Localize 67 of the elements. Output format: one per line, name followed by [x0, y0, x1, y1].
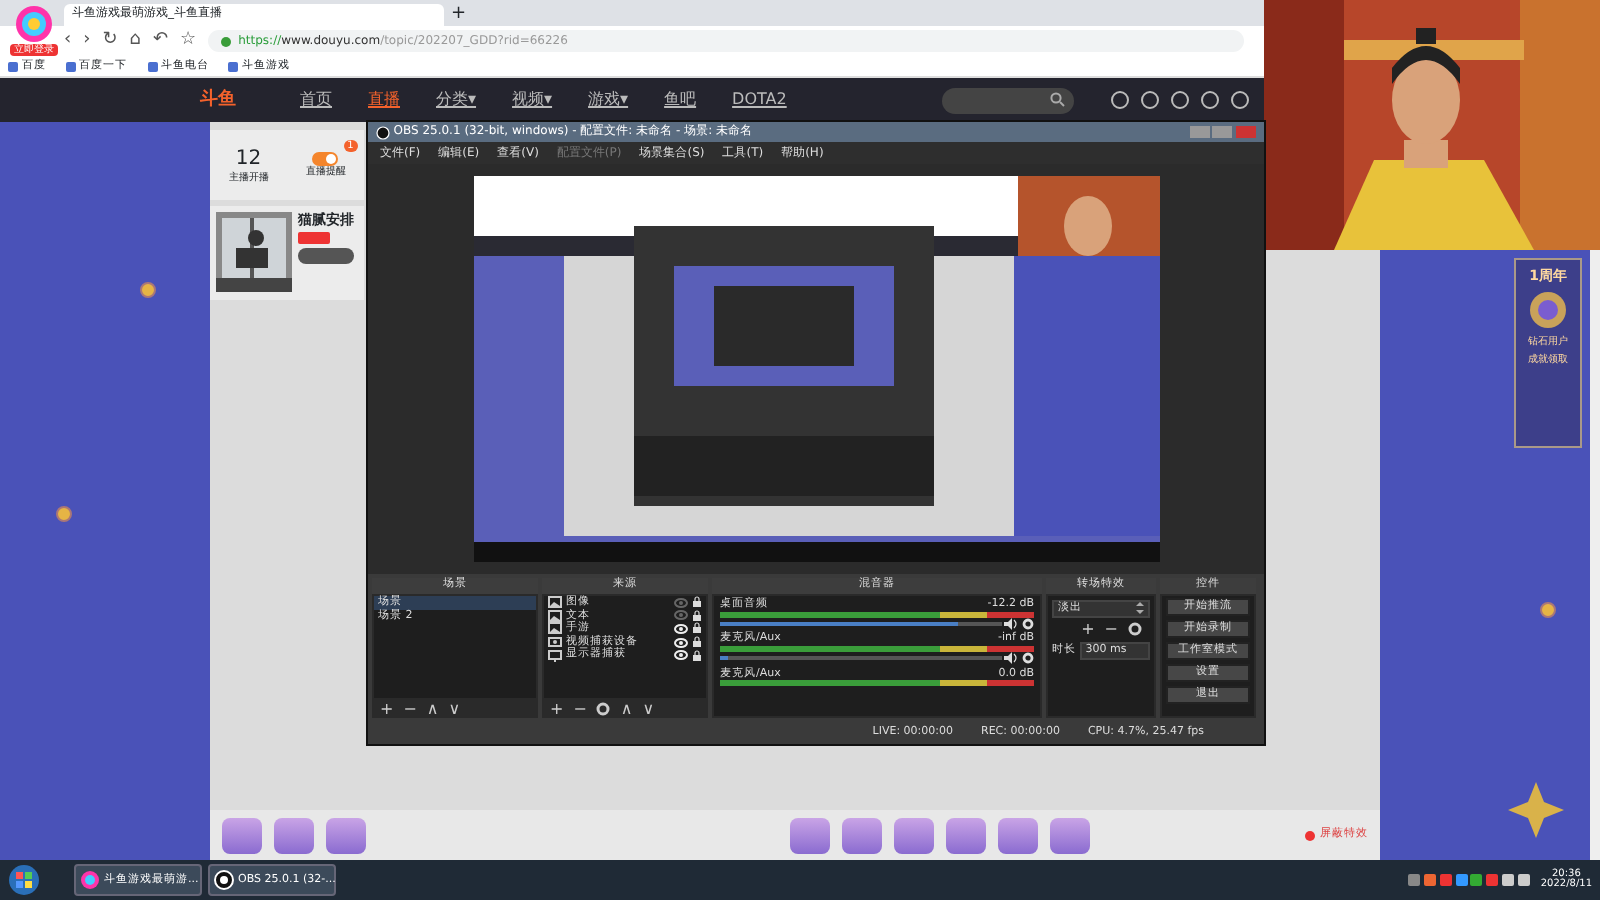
follow-pill[interactable]	[298, 247, 354, 264]
toggle-switch[interactable]	[312, 152, 339, 166]
follow-count: 12	[235, 147, 262, 171]
new-tab-button[interactable]: +	[451, 4, 467, 26]
live-tag	[298, 232, 330, 245]
scrollbar[interactable]	[1590, 250, 1600, 860]
camera-icon	[548, 636, 562, 649]
decoration-dot	[56, 506, 72, 522]
toolbar-button[interactable]: ›	[83, 32, 91, 50]
settings-icon[interactable]	[1022, 617, 1034, 630]
gift-icon[interactable]	[998, 817, 1038, 853]
gift-icon[interactable]	[790, 817, 830, 853]
search-icon[interactable]	[1050, 92, 1066, 108]
toolbar-button[interactable]: −	[573, 699, 587, 719]
obs-icon	[214, 870, 234, 890]
medal-icon	[1528, 290, 1568, 331]
nav-link[interactable]: 游戏▾	[588, 90, 629, 110]
toolbar-button[interactable]: ↻	[102, 32, 118, 50]
nav-link[interactable]: 鱼吧	[664, 90, 697, 110]
nav-link[interactable]: DOTA2	[732, 90, 787, 110]
browser-logo-icon[interactable]	[14, 4, 54, 44]
star-icon	[1508, 782, 1564, 838]
speaker-icon[interactable]	[1004, 651, 1019, 664]
bookmark-icon	[228, 61, 239, 71]
toolbar-button[interactable]: ‹	[64, 32, 72, 50]
decoration-dot	[1540, 602, 1556, 618]
toolbar-button[interactable]: +	[550, 699, 564, 719]
toolbar-button[interactable]: ☆	[180, 32, 197, 50]
bookmark-icon	[8, 61, 18, 71]
spinner-icon	[1136, 602, 1144, 614]
record-dot-icon	[1304, 829, 1317, 841]
toolbar-button[interactable]: −	[1104, 620, 1118, 640]
toolbar-button[interactable]: ↶	[152, 32, 169, 50]
bookmark-icon	[65, 61, 76, 71]
toolbar-button[interactable]: ∨	[642, 699, 655, 719]
monitor-icon	[548, 649, 562, 662]
gift-icon[interactable]	[946, 817, 986, 853]
gift-icon[interactable]	[326, 817, 366, 853]
start-button[interactable]	[8, 864, 40, 896]
gift-icon[interactable]	[842, 817, 882, 853]
gift-icon[interactable]	[1050, 817, 1090, 853]
toolbar-button[interactable]: ∧	[620, 699, 633, 719]
toolbar-button[interactable]: +	[1081, 620, 1095, 640]
settings-icon[interactable]	[1022, 651, 1034, 664]
nav-link[interactable]: 直播	[368, 90, 400, 110]
volume-slider[interactable]	[720, 621, 959, 626]
search-field[interactable]	[942, 87, 1074, 113]
settings-icon[interactable]	[596, 702, 611, 716]
nav-link[interactable]: 首页	[300, 90, 332, 110]
nav-link[interactable]: 视频▾	[512, 90, 553, 110]
gift-icon[interactable]	[894, 817, 934, 853]
toolbar-button[interactable]: −	[403, 699, 417, 719]
bookmark-icon	[147, 61, 157, 71]
toolbar-button[interactable]: ∨	[448, 699, 461, 719]
toolbar-button[interactable]: +	[380, 699, 394, 719]
settings-icon[interactable]	[1128, 622, 1142, 637]
site-logo[interactable]: 斗鱼	[200, 89, 300, 111]
decoration-dot	[140, 282, 156, 298]
nav-link[interactable]: 分类▾	[436, 90, 477, 110]
gift-icon[interactable]	[274, 817, 314, 853]
gift-icon[interactable]	[222, 817, 262, 853]
toolbar-button[interactable]: ⌂	[129, 32, 141, 50]
obs-icon	[376, 125, 390, 139]
toolbar-button[interactable]: ∧	[426, 699, 439, 719]
speaker-icon[interactable]	[1004, 617, 1019, 630]
browser-icon	[80, 870, 100, 890]
volume-slider[interactable]	[720, 655, 729, 660]
